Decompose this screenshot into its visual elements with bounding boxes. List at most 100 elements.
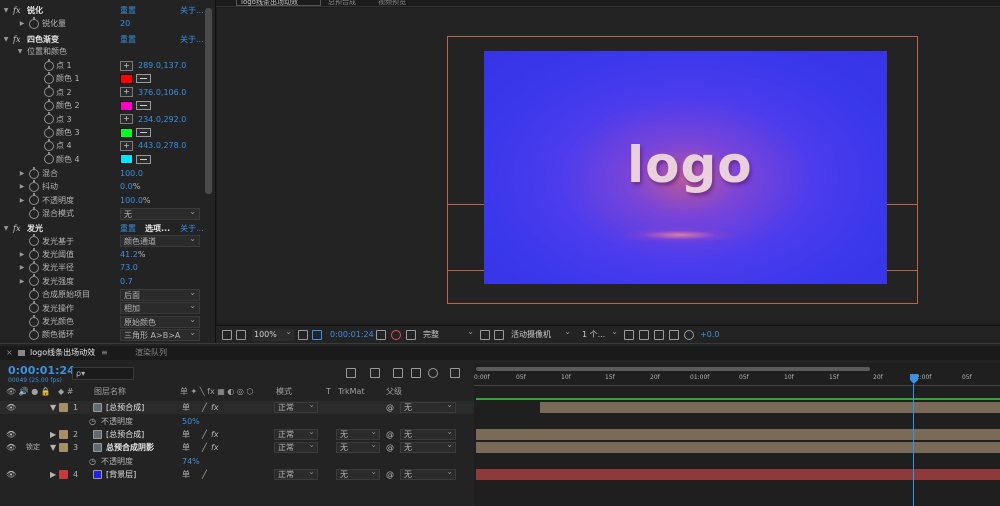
mode-dropdown[interactable]: 正常 [274, 467, 318, 480]
expand-icon[interactable]: ▶ [18, 275, 26, 288]
stopwatch-icon[interactable] [29, 261, 39, 274]
color-swatch[interactable] [120, 100, 133, 111]
stopwatch-icon[interactable] [29, 180, 39, 193]
crosshair-icon[interactable]: + [120, 60, 133, 71]
eye-icon[interactable]: 👁 [6, 441, 16, 454]
color-swatch[interactable] [120, 73, 133, 84]
work-area-bar[interactable] [476, 367, 870, 371]
parent-dropdown[interactable]: 无 [400, 400, 456, 413]
layer-row[interactable]: 👁 锁定 ▼ 3 总预合成阴影 单 ╱ fx 正常 无 @ 无 [0, 440, 474, 454]
trkmat-dropdown[interactable]: 无 [336, 467, 380, 480]
layer-name[interactable]: 总预合成阴影 [106, 441, 154, 454]
column-mode[interactable]: 模式 [276, 385, 292, 398]
shy-switch-icon[interactable]: 单 [182, 441, 190, 454]
layer-row[interactable]: 👁 ▶ 2 [总预合成] 单 ╱ fx 正常 无 @ 无 [0, 427, 474, 441]
shy-switch-icon[interactable]: 单 [182, 401, 190, 414]
stopwatch-icon[interactable] [29, 301, 39, 314]
mode-dropdown[interactable]: 正常 [274, 400, 318, 413]
close-icon[interactable]: × [6, 346, 13, 360]
quality-switch-icon[interactable]: ╱ [202, 401, 207, 414]
fx-icon[interactable]: fx [13, 4, 20, 17]
stopwatch-icon[interactable] [44, 72, 54, 85]
property-value[interactable]: 289.0,137.0 [138, 59, 186, 72]
exposure-reset-icon[interactable] [684, 330, 694, 340]
color-swatch[interactable] [120, 154, 133, 165]
stopwatch-icon[interactable] [29, 234, 39, 247]
label-color-swatch[interactable] [59, 470, 68, 479]
property-value[interactable]: 100.0 [120, 196, 143, 205]
pickwhip-icon[interactable]: @ [386, 428, 394, 441]
twirl-right-icon[interactable]: ▶ [50, 428, 56, 441]
crosshair-icon[interactable]: + [120, 87, 133, 98]
fx-switch-icon[interactable]: fx [211, 428, 219, 441]
eye-icon[interactable]: 👁 [6, 401, 16, 414]
fx-switch-icon[interactable]: fx [211, 441, 219, 454]
quality-switch-icon[interactable]: ╱ [202, 468, 207, 481]
property-value[interactable]: 443.0,278.0 [138, 139, 186, 152]
stopwatch-icon[interactable] [44, 58, 54, 71]
current-time-indicator[interactable] [913, 384, 914, 506]
expand-icon[interactable]: ▶ [18, 180, 26, 193]
grid-icon[interactable] [298, 330, 308, 340]
label-color-swatch[interactable] [59, 430, 68, 439]
group-position-color[interactable]: ▼ 位置和颜色 [0, 45, 205, 58]
property-value[interactable]: 73.0 [120, 261, 138, 274]
views-dropdown[interactable]: 1 个... [580, 326, 620, 341]
eye-icon[interactable]: 👁 [6, 428, 16, 441]
eyedropper-icon[interactable] [136, 74, 151, 84]
stopwatch-icon[interactable] [29, 287, 39, 300]
property-value[interactable]: 0.7 [120, 275, 133, 288]
effect-controls-scrollbar[interactable] [205, 8, 212, 194]
property-value[interactable]: 376.0,106.0 [138, 86, 186, 99]
motion-blur-icon[interactable] [428, 368, 438, 378]
fast-preview-icon[interactable] [639, 330, 649, 340]
color-looping-dropdown[interactable]: 三角形 A>B>A [120, 327, 200, 341]
collapse-icon[interactable]: ▼ [2, 222, 10, 235]
stopwatch-icon[interactable] [29, 328, 39, 341]
stopwatch-icon[interactable] [29, 274, 39, 287]
stopwatch-icon[interactable] [44, 125, 54, 138]
graph-editor-icon[interactable] [450, 368, 460, 378]
comp-mini-flowchart-icon[interactable] [346, 368, 356, 378]
stopwatch-icon[interactable]: ◷ [89, 415, 96, 428]
fx-icon[interactable]: fx [13, 222, 20, 235]
reset-link[interactable]: 重置 [120, 4, 136, 17]
layer-bar[interactable] [476, 429, 1000, 440]
column-layer-name[interactable]: 图层名称 [94, 385, 126, 398]
layer-name[interactable]: [总预合成] [106, 401, 144, 414]
glow-colors-dropdown[interactable]: 原始颜色 [120, 314, 200, 328]
glow-based-on-dropdown[interactable]: 颜色通道 [120, 233, 200, 248]
always-preview-icon[interactable] [222, 330, 232, 340]
effect-sharpen-header[interactable]: ▼ fx 锐化 重置 关于... [0, 4, 205, 17]
color-channel-icon[interactable] [391, 330, 401, 340]
options-link[interactable]: 选项... [145, 222, 170, 235]
glow-operation-dropdown[interactable]: 相加 [120, 300, 200, 315]
expand-icon[interactable]: ▶ [18, 167, 26, 180]
hide-shy-icon[interactable] [393, 368, 403, 378]
fx-switch-icon[interactable]: fx [211, 401, 219, 414]
eyedropper-icon[interactable] [136, 101, 151, 111]
layer-name[interactable]: [总预合成] [106, 428, 144, 441]
pickwhip-icon[interactable]: @ [386, 468, 394, 481]
column-parent[interactable]: 父级 [386, 385, 402, 398]
stopwatch-icon[interactable] [29, 314, 39, 327]
color-swatch[interactable] [120, 127, 133, 138]
tab-precomp[interactable]: 总预合成 [328, 0, 356, 6]
stopwatch-icon[interactable] [44, 98, 54, 111]
camera-dropdown[interactable]: 活动摄像机 [509, 326, 573, 341]
sub-property-value[interactable]: 50% [182, 415, 200, 428]
roi-icon[interactable] [480, 330, 490, 340]
frame-blending-icon[interactable] [411, 368, 421, 378]
current-time[interactable]: 0:00:01:24 [8, 364, 75, 377]
sub-property-value[interactable]: 74% [182, 455, 200, 468]
crosshair-icon[interactable]: + [120, 140, 133, 151]
transparency-grid-icon[interactable] [494, 330, 504, 340]
viewer-timecode[interactable]: 0:00:01:24 [330, 326, 374, 344]
expand-icon[interactable]: ▶ [18, 17, 26, 30]
trkmat-dropdown[interactable]: 无 [336, 427, 380, 440]
eye-icon[interactable]: 👁 [6, 468, 16, 481]
crosshair-icon[interactable]: + [120, 114, 133, 125]
tab-preview[interactable]: 视频预览 [378, 0, 406, 6]
time-ruler[interactable]: 0:00f 05f 10f 15f 20f 01:00f 05f 10f 15f… [474, 372, 1000, 386]
stopwatch-icon[interactable]: ◷ [89, 455, 96, 468]
